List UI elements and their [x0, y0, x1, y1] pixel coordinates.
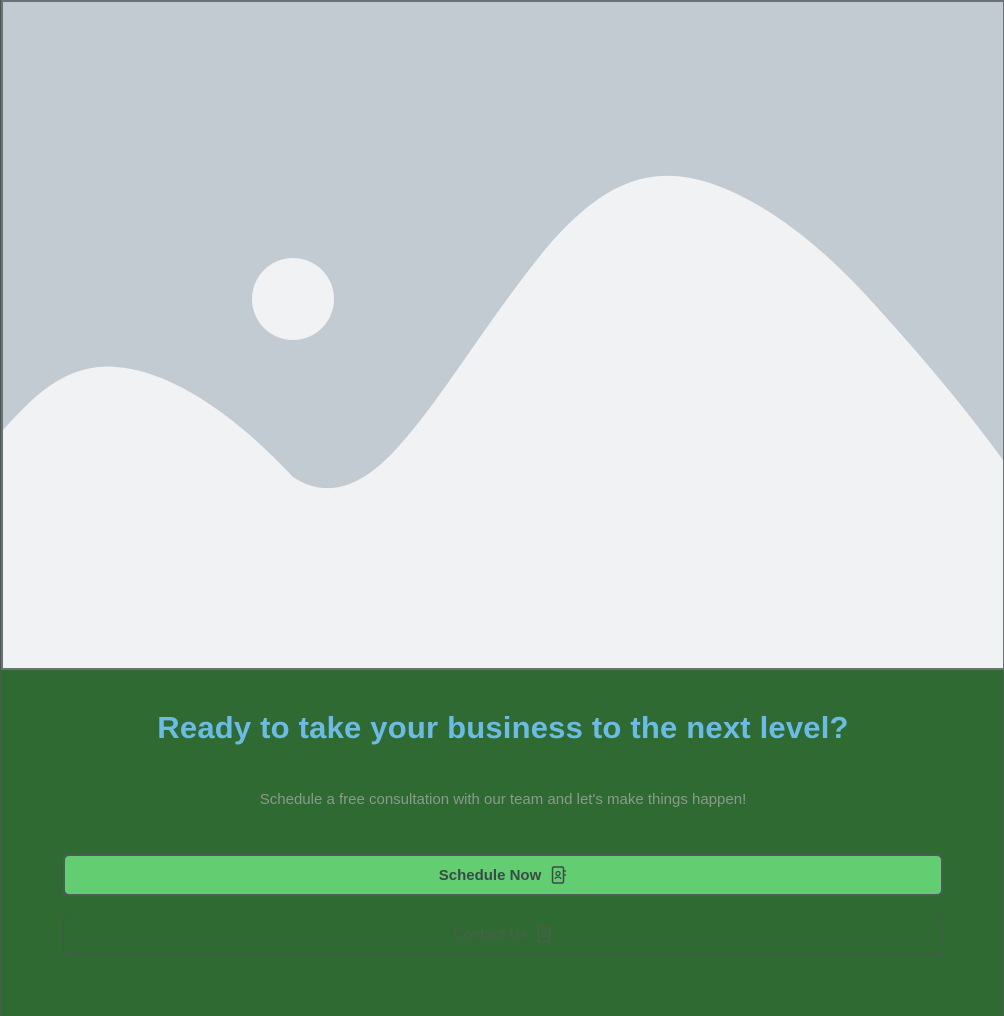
image-placeholder-icon	[3, 2, 1003, 668]
page: Ready to take your business to the next …	[0, 0, 1004, 1016]
cta-title: Ready to take your business to the next …	[157, 710, 849, 745]
schedule-now-button[interactable]: Schedule Now	[63, 854, 943, 896]
contact-book-icon	[537, 925, 553, 943]
contact-book-icon	[551, 866, 567, 884]
cta-section: Ready to take your business to the next …	[1, 670, 1004, 1016]
schedule-now-label: Schedule Now	[438, 866, 542, 884]
contact-us-button[interactable]: Contact Us	[63, 913, 943, 955]
hero-placeholder-image	[1, 0, 1004, 670]
contact-us-label: Contact Us	[452, 925, 528, 943]
cta-subtitle: Schedule a free consultation with our te…	[259, 791, 747, 808]
